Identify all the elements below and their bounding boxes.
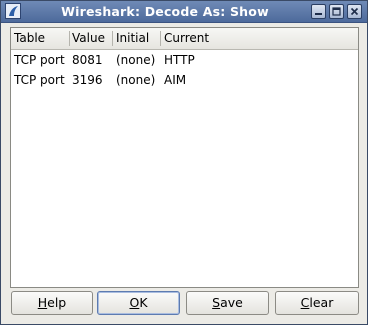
maximize-button[interactable] <box>329 4 344 19</box>
ok-button[interactable]: OK <box>97 291 180 315</box>
column-header-initial[interactable]: Initial <box>113 28 160 49</box>
cell-value: 8081 <box>72 53 103 67</box>
close-icon <box>350 7 359 16</box>
cell-initial: (none) <box>116 73 156 87</box>
close-button[interactable] <box>347 4 362 19</box>
ok-label-rest: K <box>139 295 148 310</box>
minimize-button[interactable] <box>311 4 326 19</box>
save-label-rest: ave <box>220 295 243 310</box>
column-header-table[interactable]: Table <box>11 28 69 49</box>
title-bar[interactable]: Wireshark: Decode As: Show <box>1 1 367 23</box>
column-header-current[interactable]: Current <box>161 28 358 49</box>
minimize-icon <box>315 13 322 15</box>
table-row[interactable]: TCP port 3196 (none) AIM <box>11 70 358 90</box>
clear-button[interactable]: Clear <box>275 291 359 315</box>
help-mnemonic: H <box>37 295 48 310</box>
maximize-icon <box>332 7 341 16</box>
cell-current: HTTP <box>164 53 195 67</box>
window-title: Wireshark: Decode As: Show <box>61 4 269 19</box>
wireshark-fin-icon[interactable] <box>5 3 21 19</box>
decode-as-list[interactable]: Table Value Initial Current TCP port 808… <box>10 27 359 288</box>
help-button[interactable]: Help <box>11 291 93 315</box>
help-label-rest: elp <box>47 295 67 310</box>
table-row[interactable]: TCP port 8081 (none) HTTP <box>11 50 358 70</box>
ok-mnemonic: O <box>129 295 140 310</box>
list-header: Table Value Initial Current <box>11 28 358 50</box>
cell-value: 3196 <box>72 73 103 87</box>
cell-table: TCP port <box>14 53 65 67</box>
column-header-value[interactable]: Value <box>69 28 112 49</box>
cell-initial: (none) <box>116 53 156 67</box>
save-mnemonic: S <box>212 295 221 310</box>
clear-label-rest: lear <box>309 295 334 310</box>
cell-current: AIM <box>164 73 187 87</box>
decode-as-show-window: Wireshark: Decode As: Show Table Value I… <box>0 0 368 325</box>
save-button[interactable]: Save <box>186 291 269 315</box>
cell-table: TCP port <box>14 73 65 87</box>
